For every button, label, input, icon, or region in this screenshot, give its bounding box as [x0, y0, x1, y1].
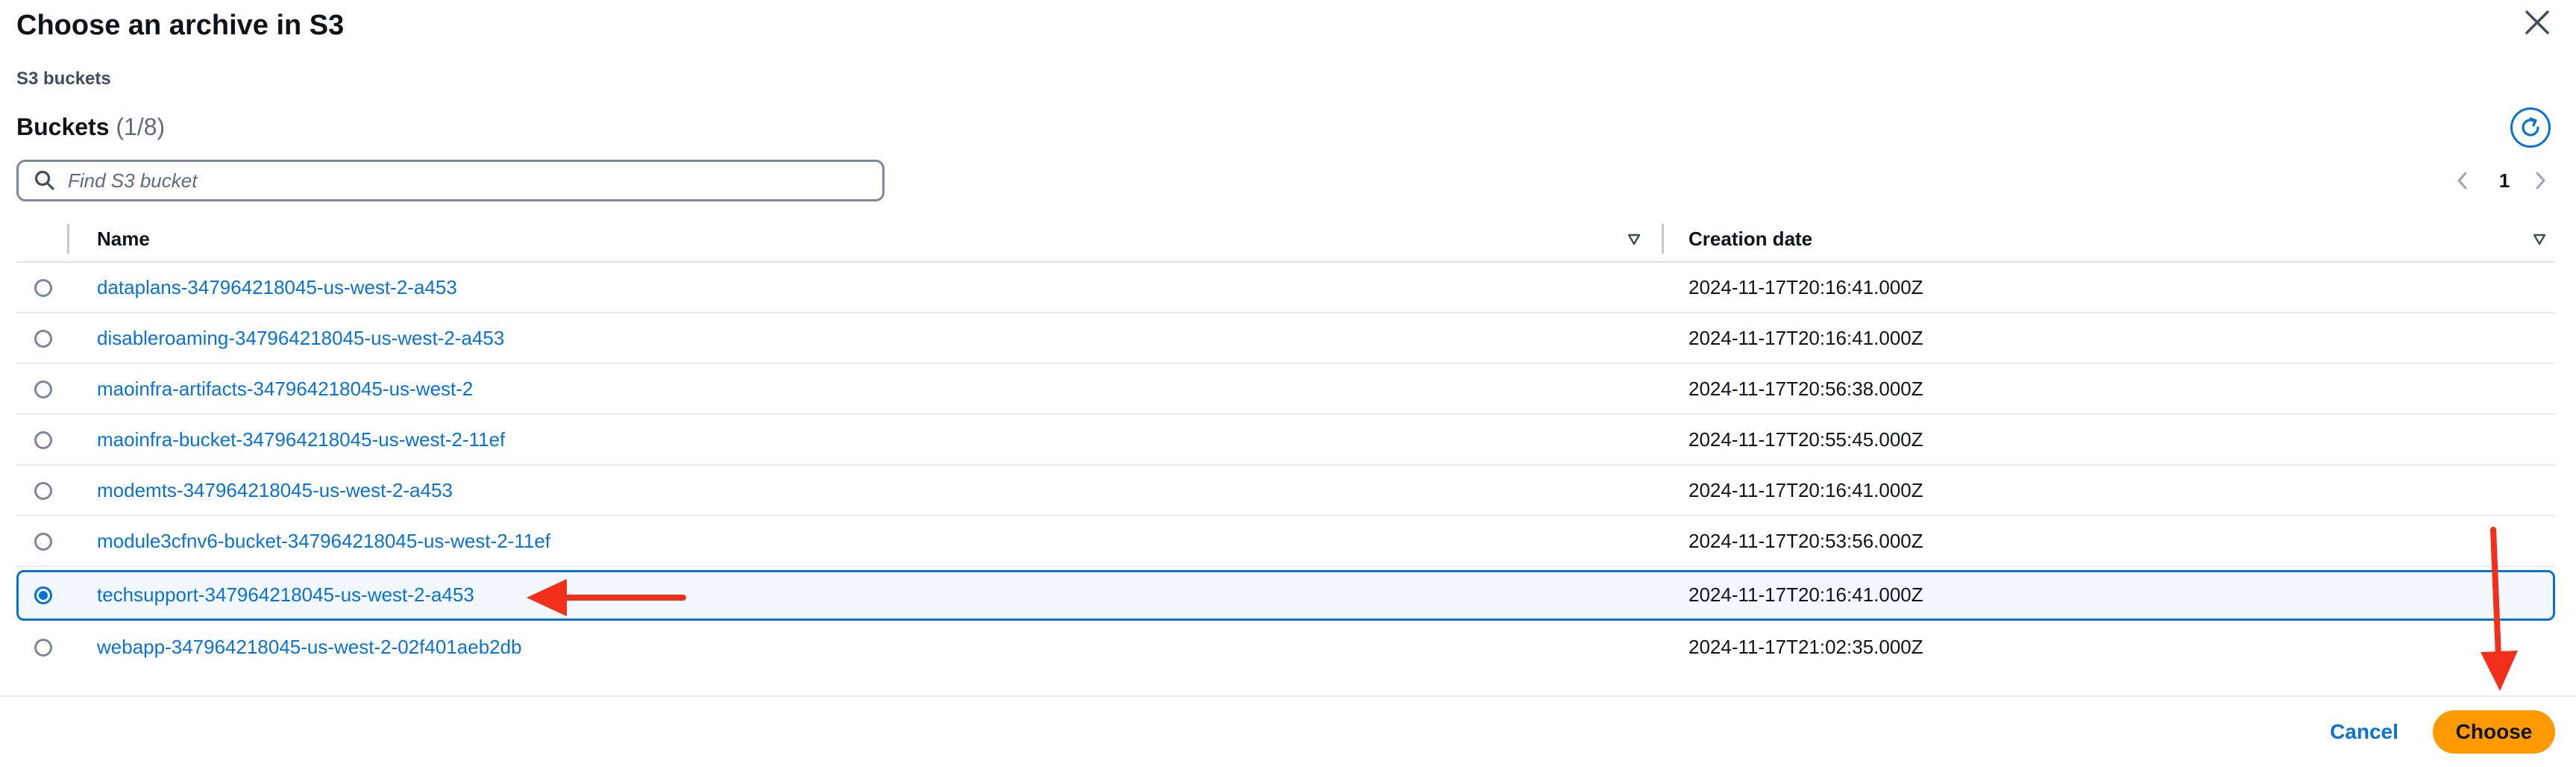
- bucket-link[interactable]: webapp-347964218045-us-west-2-02f401aeb2…: [97, 622, 522, 671]
- row-radio-selected[interactable]: [34, 586, 52, 604]
- cancel-button[interactable]: Cancel: [2319, 710, 2409, 754]
- next-page-button[interactable]: [2531, 166, 2555, 195]
- table-row[interactable]: maoinfra-artifacts-347964218045-us-west-…: [16, 364, 2555, 415]
- creation-date: 2024-11-17T20:16:41.000Z: [1688, 276, 1923, 298]
- bucket-link[interactable]: modemts-347964218045-us-west-2-a453: [97, 466, 453, 515]
- breadcrumb: S3 buckets: [16, 69, 111, 89]
- chevron-left-icon: [2457, 172, 2467, 190]
- row-radio[interactable]: [34, 330, 52, 348]
- creation-date: 2024-11-17T20:55:45.000Z: [1688, 428, 1923, 451]
- table-row[interactable]: dataplans-347964218045-us-west-2-a453 20…: [16, 263, 2555, 313]
- creation-date: 2024-11-17T20:56:38.000Z: [1688, 378, 1923, 400]
- bucket-link[interactable]: dataplans-347964218045-us-west-2-a453: [97, 263, 457, 312]
- bucket-link[interactable]: maoinfra-bucket-347964218045-us-west-2-1…: [97, 415, 505, 464]
- creation-date: 2024-11-17T20:16:41.000Z: [1688, 583, 1923, 606]
- creation-date: 2024-11-17T21:02:35.000Z: [1688, 636, 1923, 658]
- search-icon: [34, 170, 54, 190]
- creation-date: 2024-11-17T20:16:41.000Z: [1688, 327, 1923, 349]
- refresh-icon: [2522, 117, 2539, 137]
- search-field[interactable]: [16, 160, 885, 201]
- chevron-right-icon: [2536, 172, 2545, 190]
- selection-count: (1/8): [116, 113, 166, 140]
- page-number-button[interactable]: 1: [2492, 166, 2516, 195]
- table-row-selected[interactable]: techsupport-347964218045-us-west-2-a453 …: [16, 570, 2555, 621]
- close-button[interactable]: [2522, 7, 2552, 37]
- close-icon: [2525, 10, 2549, 34]
- sort-icon[interactable]: [1627, 233, 1641, 246]
- table-header: Name Creation date: [16, 216, 2555, 263]
- row-radio[interactable]: [34, 381, 52, 398]
- sort-icon[interactable]: [2533, 233, 2546, 246]
- row-radio[interactable]: [34, 431, 52, 449]
- row-radio[interactable]: [34, 279, 52, 297]
- row-radio[interactable]: [34, 482, 52, 500]
- row-radio[interactable]: [34, 533, 52, 551]
- footer-divider: [0, 695, 2576, 697]
- column-divider[interactable]: [1662, 224, 1664, 254]
- creation-date: 2024-11-17T20:16:41.000Z: [1688, 479, 1923, 501]
- column-header-name[interactable]: Name: [97, 216, 150, 261]
- table-row[interactable]: module3cfnv6-bucket-347964218045-us-west…: [16, 516, 2555, 567]
- creation-date: 2024-11-17T20:53:56.000Z: [1688, 530, 1923, 552]
- search-input[interactable]: [66, 168, 852, 193]
- table-row[interactable]: modemts-347964218045-us-west-2-a453 2024…: [16, 466, 2555, 516]
- section-title-label: Buckets: [16, 113, 110, 140]
- previous-page-button[interactable]: [2454, 166, 2478, 195]
- section-title: Buckets (1/8): [16, 112, 165, 142]
- table-row[interactable]: maoinfra-bucket-347964218045-us-west-2-1…: [16, 415, 2555, 466]
- bucket-link[interactable]: techsupport-347964218045-us-west-2-a453: [97, 570, 474, 619]
- table-row[interactable]: webapp-347964218045-us-west-2-02f401aeb2…: [16, 622, 2555, 673]
- modal-title: Choose an archive in S3: [16, 10, 345, 41]
- choose-button[interactable]: Choose: [2433, 710, 2555, 754]
- refresh-button[interactable]: [2510, 107, 2551, 148]
- row-radio[interactable]: [34, 639, 52, 657]
- column-header-creation-date[interactable]: Creation date: [1688, 216, 1812, 261]
- bucket-link[interactable]: disableroaming-347964218045-us-west-2-a4…: [97, 313, 504, 363]
- table-row[interactable]: disableroaming-347964218045-us-west-2-a4…: [16, 313, 2555, 364]
- column-divider: [67, 224, 69, 254]
- bucket-link[interactable]: module3cfnv6-bucket-347964218045-us-west…: [97, 516, 550, 566]
- bucket-link[interactable]: maoinfra-artifacts-347964218045-us-west-…: [97, 364, 473, 413]
